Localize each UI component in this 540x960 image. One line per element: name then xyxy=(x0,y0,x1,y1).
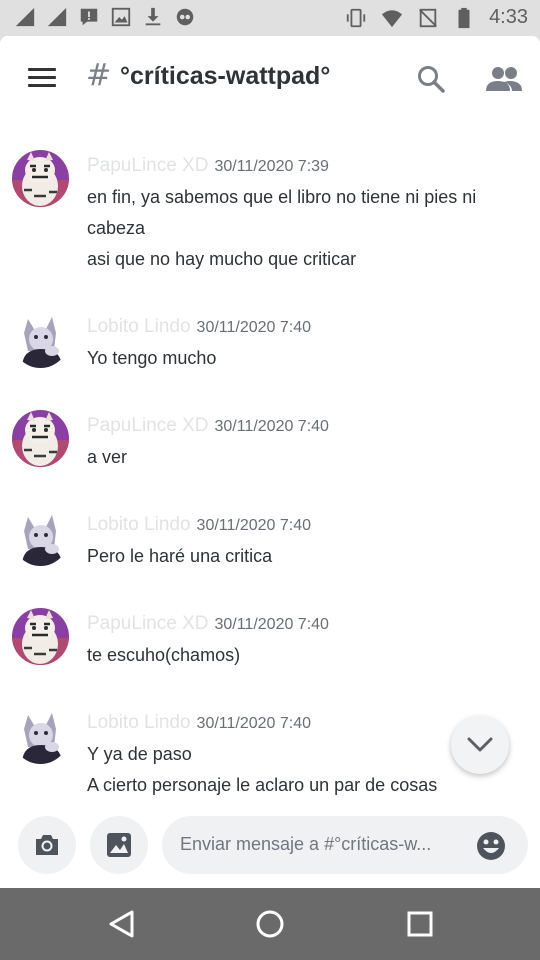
author-name[interactable]: Lobito Lindo xyxy=(87,316,191,337)
image-icon xyxy=(107,833,131,857)
chat-app: # °críticas-wattpad° PapuLince XD 30/11/2… xyxy=(0,36,540,888)
signal-icon xyxy=(15,7,35,27)
search-icon[interactable] xyxy=(416,64,446,94)
message-header: PapuLince XD 30/11/2020 7:40 xyxy=(87,613,329,637)
message-timestamp: 30/11/2020 7:40 xyxy=(196,319,312,336)
message-input[interactable]: Enviar mensaje a #°críticas-w... xyxy=(162,816,528,874)
download-icon xyxy=(145,7,161,26)
channel-header: # °críticas-wattpad° xyxy=(0,36,540,120)
author-name[interactable]: PapuLince XD xyxy=(87,613,208,634)
author-name[interactable]: Lobito Lindo xyxy=(87,712,191,733)
chevron-down-icon xyxy=(467,737,493,752)
notification-icon xyxy=(80,8,98,26)
message-timestamp: 30/11/2020 7:40 xyxy=(214,418,329,435)
message-header: Lobito Lindo 30/11/2020 7:40 xyxy=(87,514,311,538)
author-name[interactable]: Lobito Lindo xyxy=(87,514,191,535)
hamburger-icon[interactable] xyxy=(28,68,56,88)
message-text: asi que no hay mucho que criticar xyxy=(87,249,357,269)
image-icon xyxy=(111,7,131,27)
message-text: A cierto personaje le aclaro un par de c… xyxy=(87,775,438,795)
message-text: te escuho(chamos) xyxy=(87,645,241,665)
avatar[interactable] xyxy=(12,311,69,368)
message-text: en fin, ya sabemos que el libro no tiene… xyxy=(87,187,477,207)
message-text: Yo tengo mucho xyxy=(87,348,217,368)
status-bar: 4:33 xyxy=(0,0,540,36)
camera-icon xyxy=(36,835,58,855)
message-header: Lobito Lindo 30/11/2020 7:40 xyxy=(87,316,311,340)
status-left-icons xyxy=(14,6,196,28)
message-timestamp: 30/11/2020 7:39 xyxy=(214,158,329,175)
avatar[interactable] xyxy=(12,150,69,207)
message-header: Lobito Lindo 30/11/2020 7:40 xyxy=(87,712,311,736)
channel-hash-icon: # xyxy=(86,58,112,93)
channel-title: °críticas-wattpad° xyxy=(120,62,331,90)
signal-icon xyxy=(47,7,67,27)
message-timestamp: 30/11/2020 7:40 xyxy=(214,616,329,633)
avatar[interactable] xyxy=(12,608,69,665)
message-text: Pero le haré una critica xyxy=(87,546,273,566)
system-navigation-bar xyxy=(0,888,540,960)
gallery-button[interactable] xyxy=(90,816,148,874)
avatar[interactable] xyxy=(12,707,69,764)
wifi-icon xyxy=(381,9,403,27)
message-timestamp: 30/11/2020 7:40 xyxy=(196,517,312,534)
avatar[interactable] xyxy=(12,509,69,566)
home-icon[interactable] xyxy=(254,908,286,940)
avatar[interactable] xyxy=(12,410,69,467)
message-list[interactable]: PapuLince XD 30/11/2020 7:39 en fin, ya sa… xyxy=(0,120,540,804)
author-name[interactable]: PapuLince XD xyxy=(87,155,208,176)
voicemail-icon xyxy=(176,8,194,26)
message-timestamp: 30/11/2020 7:40 xyxy=(196,715,312,732)
author-name[interactable]: PapuLince XD xyxy=(87,415,208,436)
message-composer: Enviar mensaje a #°críticas-w... xyxy=(0,804,540,888)
emoji-icon[interactable] xyxy=(476,831,506,861)
no-sim-icon xyxy=(419,8,437,27)
message-input-placeholder: Enviar mensaje a #°críticas-w... xyxy=(180,834,432,854)
camera-button[interactable] xyxy=(18,816,76,874)
back-icon[interactable] xyxy=(106,908,138,940)
message-text: cabeza xyxy=(87,218,146,238)
jump-to-bottom-button[interactable] xyxy=(451,716,509,774)
recents-icon[interactable] xyxy=(404,908,436,940)
message-text: a ver xyxy=(87,447,128,467)
members-icon[interactable] xyxy=(484,64,524,94)
status-right-icons: 4:33 xyxy=(345,6,528,29)
status-clock: 4:33 xyxy=(489,6,528,28)
message-header: PapuLince XD 30/11/2020 7:40 xyxy=(87,415,329,439)
message-header: PapuLince XD 30/11/2020 7:39 xyxy=(87,155,329,179)
vibrate-icon xyxy=(346,8,366,27)
message-text: Y ya de paso xyxy=(87,744,192,764)
battery-icon xyxy=(458,7,470,28)
